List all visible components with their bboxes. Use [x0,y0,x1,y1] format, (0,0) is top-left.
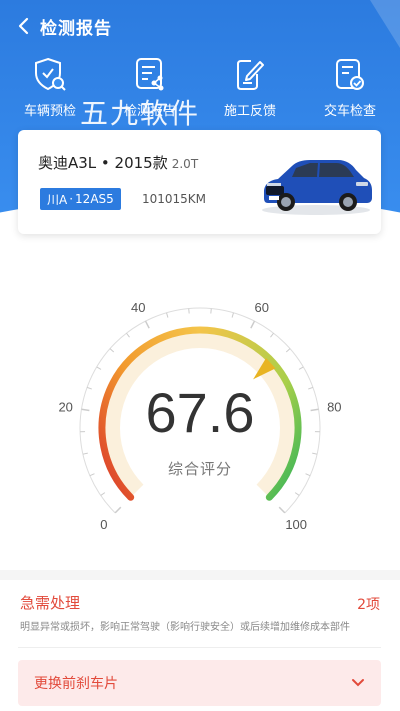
gauge-tick [270,332,274,338]
gauge-tick [114,506,122,514]
vehicle-model: 奥迪A3L • 2015款 2.0T [38,152,198,173]
gauge-tick [294,492,300,496]
gauge-tick [109,348,115,353]
plate-dot: · [69,192,74,206]
gauge-tick [144,320,150,329]
tab-label: 施工反馈 [223,104,276,119]
gauge-tick [285,348,291,353]
page-title: 检测报告 [40,18,112,39]
tab-label: 交车检查 [323,104,376,119]
chevron-down-icon[interactable] [351,678,365,688]
vehicle-model-name: 奥迪A3L • 2015款 [38,154,168,172]
gauge-tick-label: 60 [255,300,269,315]
license-plate: 川A · 12AS5 [40,188,121,210]
corner-decoration [370,0,400,48]
watermark: 五九软件 [80,97,201,130]
plate-prefix: 川A [47,192,68,207]
gauge-tick [278,506,286,514]
score-label: 综合评分 [167,460,232,478]
vehicle-mileage: 101015KM [142,192,207,206]
gauge-tick [96,366,102,370]
gauge-tick [298,366,304,370]
gauge-tick [166,312,169,318]
separator [18,647,381,648]
gauge-tick [126,332,130,338]
plate-number: 12AS5 [75,192,114,206]
back-button[interactable] [6,10,40,42]
gauge-tick-label: 100 [285,517,307,532]
tab-delivery-check[interactable]: 交车检查 [300,56,400,119]
car-image [262,160,372,215]
gauge-tick-label: 0 [100,517,107,532]
urgent-section-title: 急需处理 [20,594,81,612]
vehicle-card[interactable]: 奥迪A3L • 2015款 2.0T 川A · 12AS5 101015KM [18,130,381,234]
edit-document-icon [237,60,264,90]
gauge-tick [231,312,234,318]
gauge-tick [100,492,106,496]
section-divider [0,570,400,580]
tab-construction-feedback[interactable]: 施工反馈 [200,56,300,119]
urgent-count: 2项 [357,597,380,613]
tab-label: 车辆预检 [23,104,76,119]
nav-bar: 检测报告 [0,10,112,42]
urgent-item-label: 更换前刹车片 [34,676,118,692]
report-share-icon [136,58,164,91]
checklist-icon [336,59,364,90]
gauge-tick [312,452,318,455]
vehicle-displacement: 2.0T [171,157,199,171]
gauge-tick-label: 40 [131,300,145,315]
urgent-description: 明显异常或损坏，影响正常驾驶（影响行驶安全）或后续增加维修成本部件 [20,622,350,633]
chevron-left-icon [18,17,29,35]
gauge-tick [250,320,256,329]
overall-score: 67.6 [145,381,255,444]
urgent-item[interactable]: 更换前刹车片 [18,660,381,706]
shield-search-icon [35,57,66,91]
gauge-tick [82,452,88,455]
